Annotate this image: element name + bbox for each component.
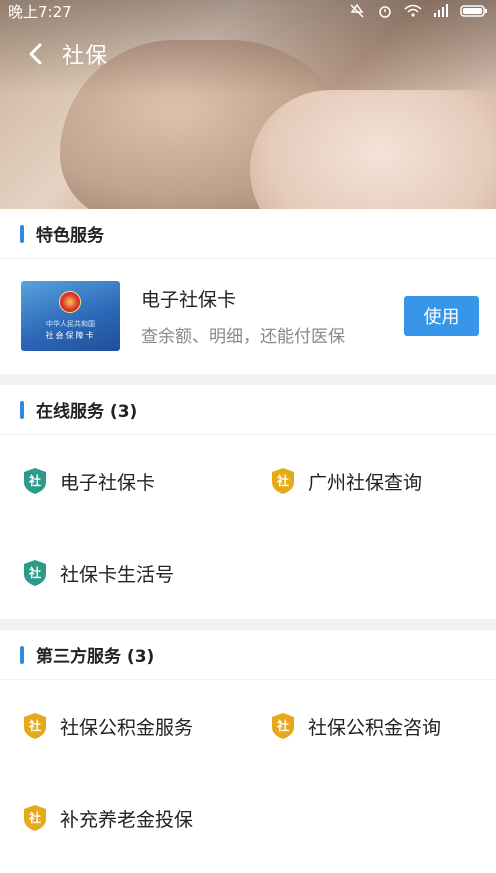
service-label: 社保卡生活号 — [60, 563, 175, 586]
alarm-icon — [376, 4, 394, 18]
section-header: 在线服务 (3) — [0, 385, 496, 435]
national-emblem-icon — [59, 291, 81, 313]
service-item-fund-service[interactable]: 社 社保公积金服务 — [0, 680, 248, 772]
notification-icon — [348, 3, 366, 18]
wifi-icon — [404, 4, 422, 18]
third-party-services-section: 第三方服务 (3) 社 社保公积金服务 社 社保公积金咨询 社 补充养老金投保 — [0, 630, 496, 873]
status-bar: 晚上7:27 — [0, 0, 496, 22]
service-item-pension-insurance[interactable]: 社 补充养老金投保 — [0, 772, 248, 864]
service-label: 广州社保查询 — [308, 471, 423, 494]
page-title: 社保 — [62, 44, 109, 69]
signal-icon — [432, 4, 450, 18]
social-security-shield-icon: 社 — [22, 804, 48, 832]
service-item-guangzhou-query[interactable]: 社 广州社保查询 — [248, 435, 496, 527]
e-social-card-item[interactable]: 中华人民共和国 社会保障卡 电子社保卡 查余额、明细，还能付医保 使用 — [0, 259, 496, 373]
section-header: 第三方服务 (3) — [0, 630, 496, 680]
social-security-shield-icon: 社 — [270, 712, 296, 740]
chevron-left-icon — [29, 43, 42, 65]
section-title: 特色服务 — [36, 226, 104, 246]
section-header: 特色服务 — [0, 209, 496, 259]
service-item-fund-consult[interactable]: 社 社保公积金咨询 — [248, 680, 496, 772]
section-title: 在线服务 (3) — [36, 402, 138, 422]
app-bar: 社保 — [0, 32, 496, 76]
featured-services-section: 特色服务 中华人民共和国 社会保障卡 电子社保卡 查余额、明细，还能付医保 使用 — [0, 209, 496, 374]
service-item-card-life-account[interactable]: 社 社保卡生活号 — [0, 527, 248, 619]
battery-icon — [460, 4, 488, 18]
status-time: 晚上7:27 — [8, 2, 72, 21]
social-security-shield-icon: 社 — [22, 559, 48, 587]
social-security-shield-icon: 社 — [22, 467, 48, 495]
feature-subtitle: 查余额、明细，还能付医保 — [141, 327, 345, 347]
section-title: 第三方服务 (3) — [36, 647, 155, 667]
social-security-shield-icon: 社 — [270, 467, 296, 495]
use-button[interactable]: 使用 — [404, 296, 479, 336]
social-security-card-image: 中华人民共和国 社会保障卡 — [21, 281, 120, 351]
back-button[interactable] — [14, 32, 58, 76]
online-services-section: 在线服务 (3) 社 电子社保卡 社 广州社保查询 社 社保卡生活号 — [0, 385, 496, 619]
feature-title: 电子社保卡 — [141, 289, 237, 311]
service-label: 补充养老金投保 — [60, 808, 194, 831]
social-security-shield-icon: 社 — [22, 712, 48, 740]
service-item-e-social-card[interactable]: 社 电子社保卡 — [0, 435, 248, 527]
service-label: 社保公积金咨询 — [308, 716, 442, 739]
service-label: 电子社保卡 — [60, 471, 156, 494]
service-label: 社保公积金服务 — [60, 716, 194, 739]
